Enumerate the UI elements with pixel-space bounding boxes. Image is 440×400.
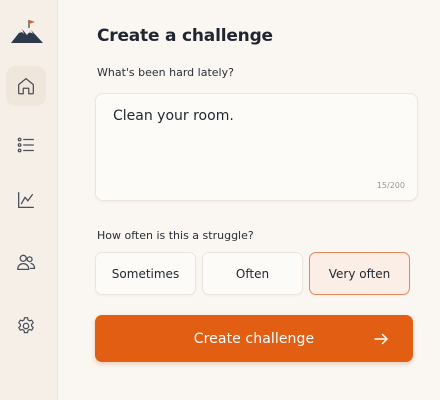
home-icon: [18, 78, 34, 95]
sidebar-item-home[interactable]: [6, 66, 46, 106]
users-icon: [17, 254, 36, 270]
frequency-option-often[interactable]: Often: [202, 252, 303, 295]
list-icon: [17, 137, 34, 153]
gear-icon: [18, 317, 34, 334]
sidebar-item-stats[interactable]: [6, 180, 46, 220]
frequency-option-very-often[interactable]: Very often: [309, 252, 410, 295]
hard-question-label: What's been hard lately?: [97, 66, 234, 79]
arrow-right-icon: [374, 333, 388, 345]
frequency-question-label: How often is this a struggle?: [97, 229, 254, 242]
chart-icon: [18, 192, 34, 208]
challenge-textarea[interactable]: Clean your room. 15/200: [95, 93, 418, 201]
mountain-logo-icon[interactable]: [9, 17, 45, 45]
sidebar: [0, 0, 58, 400]
create-challenge-label: Create challenge: [193, 330, 315, 347]
page-title: Create a challenge: [97, 26, 273, 46]
main-content: Create a challenge What's been hard late…: [58, 0, 440, 400]
sidebar-item-settings[interactable]: [6, 306, 46, 346]
challenge-text-value: Clean your room.: [113, 108, 234, 124]
frequency-option-sometimes[interactable]: Sometimes: [95, 252, 196, 295]
sidebar-item-people[interactable]: [6, 242, 46, 282]
sidebar-item-list[interactable]: [6, 125, 46, 165]
char-counter: 15/200: [376, 181, 405, 190]
create-challenge-button[interactable]: Create challenge: [95, 315, 413, 362]
